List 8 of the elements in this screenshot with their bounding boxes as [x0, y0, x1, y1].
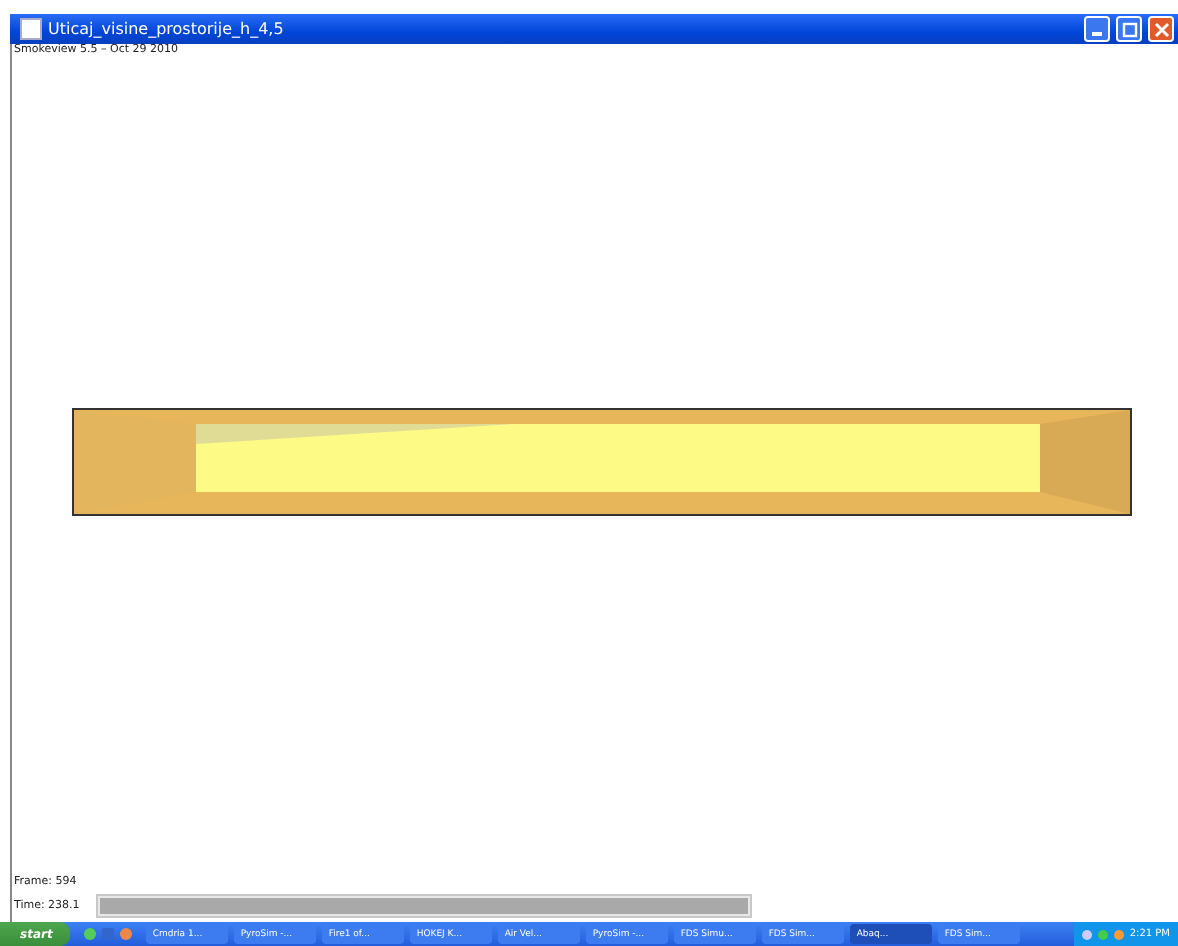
minimize-icon — [1092, 32, 1102, 36]
maximize-icon — [1121, 21, 1137, 37]
window-icon — [20, 18, 42, 40]
minimize-button[interactable] — [1084, 16, 1110, 42]
close-icon — [1153, 21, 1169, 37]
close-button[interactable] — [1148, 16, 1174, 42]
window-title: Uticaj_visine_prostorije_h_4,5 — [48, 20, 284, 38]
maximize-button[interactable] — [1116, 16, 1142, 42]
